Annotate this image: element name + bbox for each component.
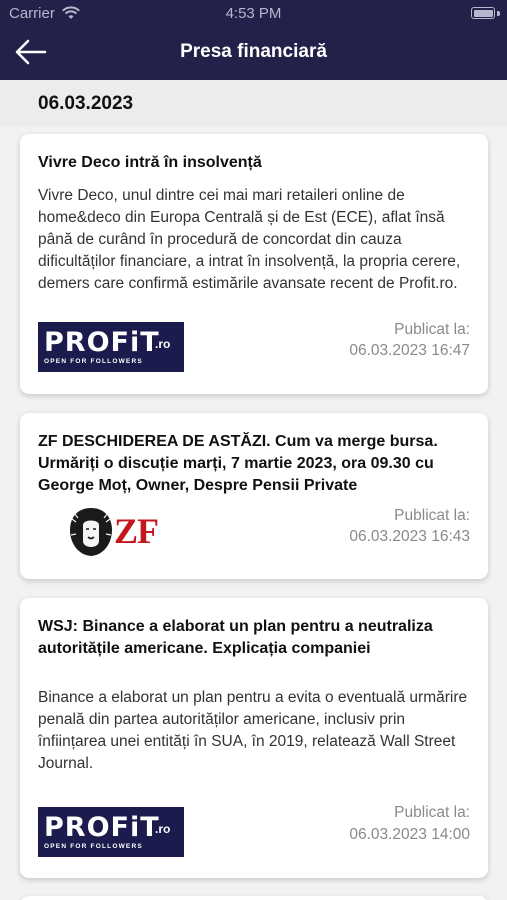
published-datetime: 06.03.2023 16:43 xyxy=(349,528,470,545)
article-title: WSJ: Binance a elaborat un plan pentru a… xyxy=(38,618,433,657)
battery-tip xyxy=(497,11,500,16)
profit-logo: PROFiT .ro OPEN FOR FOLLOWERS xyxy=(38,807,184,857)
article-title: ZF DESCHIDEREA DE ASTĂZI. Cum va merge b… xyxy=(38,433,438,494)
battery-icon xyxy=(471,7,495,19)
profit-logo: PROFiT .ro OPEN FOR FOLLOWERS xyxy=(38,322,184,372)
published-label: Publicat la: xyxy=(394,804,470,821)
article-title: Vivre Deco intră în insolvență xyxy=(38,154,262,171)
article-summary: Binance a elaborat un plan pentru a evit… xyxy=(38,689,468,772)
article-card[interactable]: WSJ: Binance a elaborat un plan pentru a… xyxy=(20,598,488,878)
status-bar: Carrier 4:53 PM xyxy=(0,0,507,28)
date-section-header: 06.03.2023 xyxy=(0,80,507,126)
article-summary: Vivre Deco, unul dintre cei mai mari ret… xyxy=(38,187,461,292)
article-card[interactable]: Vivre Deco intră în insolvență Vivre Dec… xyxy=(20,134,488,394)
section-date: 06.03.2023 xyxy=(38,93,134,114)
published-label: Publicat la: xyxy=(394,507,470,524)
page-title: Presa financiară xyxy=(180,41,327,62)
navigation-bar: Carrier 4:53 PM Presa financiară xyxy=(0,0,507,80)
lion-head-icon xyxy=(70,508,112,556)
clock: 4:53 PM xyxy=(225,5,282,22)
zf-logo: ZF xyxy=(66,505,162,559)
published-datetime: 06.03.2023 14:00 xyxy=(349,826,470,843)
article-card[interactable] xyxy=(20,896,488,900)
published-label: Publicat la: xyxy=(394,321,470,338)
article-card[interactable]: ZF DESCHIDEREA DE ASTĂZI. Cum va merge b… xyxy=(20,413,488,579)
published-datetime: 06.03.2023 16:47 xyxy=(349,342,470,359)
